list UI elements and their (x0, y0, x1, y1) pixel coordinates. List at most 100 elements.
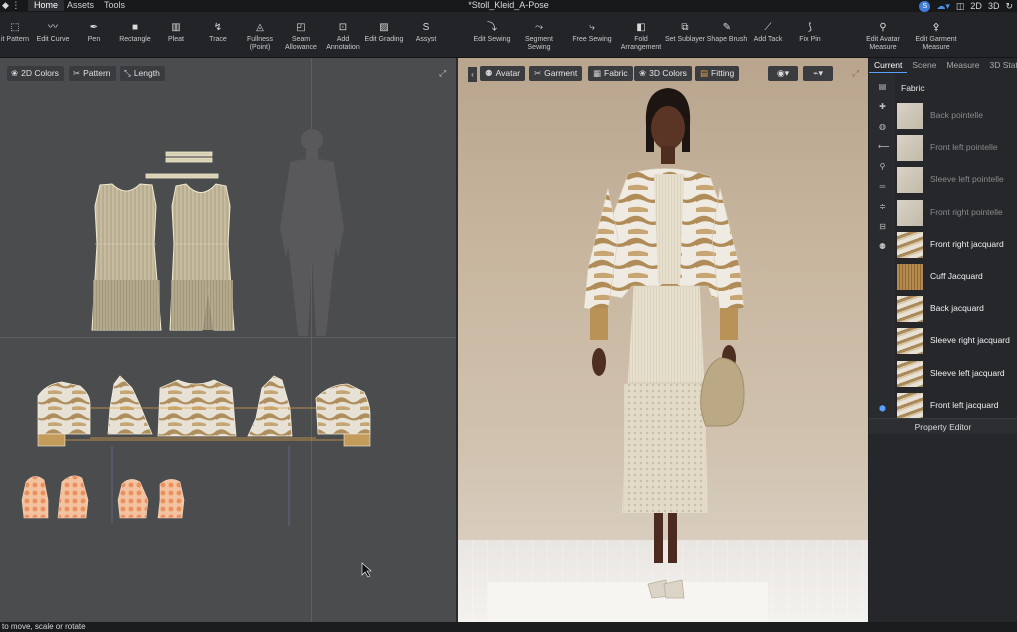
mode-2d-button[interactable]: 2D (970, 1, 982, 11)
topstitch-category-icon[interactable]: ⟵ (878, 142, 889, 151)
fabric-swatch-thumbnail (897, 328, 923, 355)
refresh-icon[interactable]: ↻ (1005, 1, 1013, 12)
fabric-list-item[interactable]: Sleeve left jacquard (895, 358, 1017, 390)
jacket-front-right-pattern[interactable] (107, 375, 153, 435)
button-category-icon[interactable]: ✚ (878, 102, 887, 111)
jacket-sleeve-left-pattern[interactable] (37, 381, 91, 447)
tool-fix-pin[interactable]: ⟆ Fix Pin (797, 22, 823, 44)
fabric-name-label: Back jacquard (930, 303, 984, 314)
tab-3d-stat[interactable]: 3D Stat (985, 58, 1017, 73)
tool-edit-avatar-measure[interactable]: ⚲ Edit Avatar Measure (862, 22, 904, 52)
tool-set-sublayer[interactable]: ⧉ Set Sublayer (665, 22, 705, 44)
rectangle-icon: ■ (131, 22, 139, 33)
layout-icon[interactable]: ◫ (956, 1, 965, 12)
title-bar: ◆ ⋮ Home Assets Tools *Stoll_Kleid_A-Pos… (0, 0, 1017, 12)
fabric-list-item[interactable]: Back jacquard (895, 293, 1017, 325)
user-avatar[interactable]: S (919, 0, 931, 12)
main-toolbar: ⬚ it Pattern 〰 Edit Curve ✒ Pen ■ Rectangle … (0, 12, 1017, 58)
tool-pen[interactable]: ✒ Pen (83, 22, 105, 44)
tool-shape-brush[interactable]: ✎ Shape Brush (706, 22, 748, 44)
dress-front-pattern[interactable] (169, 183, 235, 331)
pointelle-piece-1[interactable] (21, 476, 49, 519)
tool-seam-allowance[interactable]: ◰ Seam Allowance (284, 22, 318, 52)
fabric-list-item[interactable]: Front right jacquard (895, 229, 1017, 261)
fabric-list-item[interactable]: Front left pointelle (895, 132, 1017, 164)
dress-back-pattern[interactable] (91, 183, 162, 331)
tool-free-sewing[interactable]: ⤷ Free Sewing (572, 22, 612, 44)
fabric-name-label: Sleeve left jacquard (930, 367, 1005, 378)
tab-scene[interactable]: Scene (907, 58, 941, 73)
seam-allowance-icon: ◰ (296, 22, 306, 33)
jacket-front-left-pattern[interactable] (247, 375, 293, 437)
panel-tabs: Current Scene Measure 3D Stat (869, 58, 1017, 73)
pattern-2d-window[interactable]: ❀ 2D Colors ✂ Pattern ⤡ Length ⤢ (0, 58, 456, 622)
tool-add-tack[interactable]: ⟋ Add Tack (752, 22, 784, 44)
graphic-category-icon[interactable]: ⊟ (878, 222, 887, 231)
tool-add-annotation[interactable]: ⊡ Add Annotation (324, 22, 362, 52)
trim-category-icon[interactable]: ═ (878, 182, 887, 191)
tool-trace[interactable]: ↯ Trace (207, 22, 229, 44)
brush-icon: ✎ (722, 22, 732, 33)
fabric-swatch-thumbnail (897, 199, 923, 226)
document-title: *Stoll_Kleid_A-Pose (468, 0, 549, 10)
fabric-list-item[interactable]: Front right pointelle (895, 197, 1017, 229)
fabric-category-icon[interactable]: ▤ (878, 82, 887, 91)
avatar-hand-left (592, 348, 606, 376)
garment-3d-window[interactable]: ‹ ⚉ Avatar ✂ Garment ▦ Fabric ❀ 3D Colors ▤ F… (458, 58, 868, 622)
tool-edit-garment-measure[interactable]: ⚴ Edit Garment Measure (912, 22, 960, 52)
garment-measure-icon: ⚴ (932, 22, 940, 33)
strap-pattern-3[interactable] (145, 173, 219, 179)
free-sewing-icon: ⤷ (589, 22, 595, 33)
avatar-leg-left (654, 513, 663, 563)
avatar-category-icon[interactable]: ⚉ (878, 242, 887, 251)
fullness-icon: ◬ (256, 22, 264, 33)
puckering-category-icon[interactable]: ≑ (878, 202, 887, 211)
pointelle-piece-4[interactable] (157, 479, 185, 519)
tool-fullness-point[interactable]: ◬ Fullness (Point) (244, 22, 276, 52)
cloud-icon[interactable]: ☁▾ (936, 1, 950, 12)
fabric-swatch-thumbnail (897, 264, 923, 290)
zipper-category-icon[interactable]: ⚲ (878, 162, 887, 171)
tab-current[interactable]: Current (869, 58, 908, 73)
tool-pleat[interactable]: ▥ Pleat (165, 22, 187, 44)
tool-assyst[interactable]: S Assyst (413, 22, 439, 44)
fabric-list-item[interactable]: Cuff Jacquard (895, 261, 1017, 293)
fabric-name-label: Front right jacquard (930, 238, 1004, 249)
fabric-name-label: Front left jacquard (930, 399, 999, 410)
pointelle-piece-2[interactable] (57, 475, 89, 519)
dress-lace-hem (624, 384, 706, 512)
tab-measure[interactable]: Measure (941, 58, 984, 73)
fabric-list-item[interactable]: Sleeve left pointelle (895, 164, 1017, 196)
property-editor-header[interactable]: Property Editor (869, 418, 1017, 434)
strap-pattern-2[interactable] (165, 157, 213, 163)
pointelle-piece-3[interactable] (117, 479, 149, 519)
fabric-name-label: Front right pointelle (930, 206, 1003, 217)
pattern-canvas[interactable] (0, 58, 456, 622)
fabric-swatch-thumbnail (897, 360, 923, 387)
jacket-sleeve-right-pattern[interactable] (315, 383, 371, 447)
fabric-list-item[interactable]: Back pointelle (895, 100, 1017, 132)
fabric-list-item[interactable]: Front left jacquard (895, 390, 1017, 422)
fold-arrangement-icon: ◧ (636, 22, 646, 33)
avatar-3d-render[interactable] (458, 58, 868, 622)
mode-3d-button[interactable]: 3D (988, 1, 1000, 11)
avatar-measure-icon: ⚲ (879, 22, 887, 33)
tool-rectangle[interactable]: ■ Rectangle (117, 22, 153, 44)
tool-edit-pattern[interactable]: ⬚ it Pattern (0, 22, 31, 44)
tool-edit-grading[interactable]: ▨ Edit Grading (364, 22, 404, 44)
strap-pattern-1[interactable] (165, 151, 213, 157)
tool-fold-arrangement[interactable]: ◧ Fold Arrangement (618, 22, 664, 52)
assyst-icon: S (422, 22, 430, 33)
cube-category-icon[interactable]: ⬢ (878, 404, 887, 413)
tool-edit-sewing[interactable]: ⤵ Edit Sewing (473, 22, 511, 44)
tool-edit-curve[interactable]: 〰 Edit Curve (35, 22, 71, 44)
jacket-cuff-left (590, 308, 608, 340)
tool-segment-sewing[interactable]: ⤳ Segment Sewing (522, 22, 556, 52)
fabric-name-label: Cuff Jacquard (930, 271, 983, 281)
fabric-swatch-thumbnail (897, 135, 923, 162)
handbag-3d (700, 357, 745, 427)
fabric-name-label: Sleeve right jacquard (930, 335, 1010, 346)
buttonhole-category-icon[interactable]: ◍ (878, 122, 887, 131)
fabric-list-item[interactable]: Sleeve right jacquard (895, 325, 1017, 357)
category-sidebar: ▤ ✚ ◍ ⟵ ⚲ ═ ≑ ⊟ ⚉ ⬢ (869, 74, 895, 424)
